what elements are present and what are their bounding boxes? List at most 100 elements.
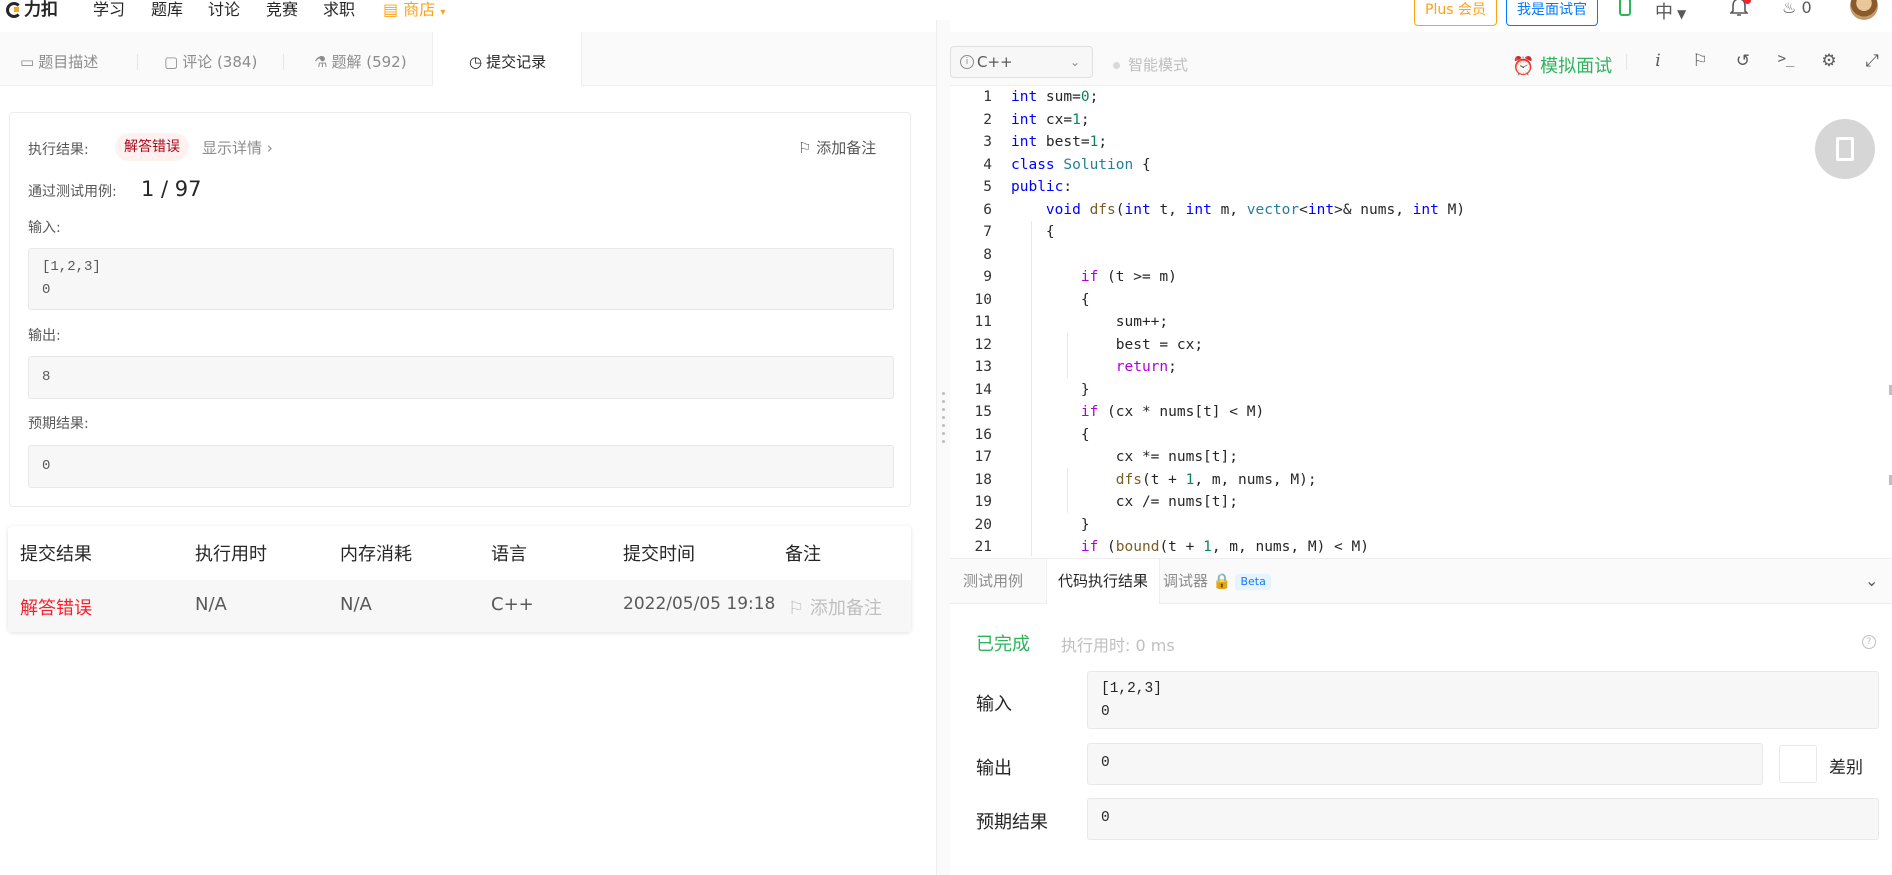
line-number: 3 [983,134,992,150]
passed-cases-value: 1 / 97 [141,177,202,201]
line-number: 10 [974,291,992,308]
run-result-panel: 已完成 执行用时: 0 ms ? 输入 [1,2,3] 0 输出 0 差别 预期… [950,604,1892,875]
nav-discuss[interactable]: 讨论 [208,0,240,20]
streak-counter[interactable]: ♨ 0 [1782,0,1812,17]
code-editor[interactable]: 1 2 3 4 5 6 7 8 9 10 11 12 13 14 15 16 17 18 19 20 21 int su… [950,86,1892,556]
flask-icon: ⚗ [314,53,328,71]
terminal-icon[interactable]: >_ [1776,51,1796,73]
expected-value: 0 [42,458,51,474]
top-navbar: 力扣 学习 题库 讨论 竞赛 求职 ▤ 商店 ▾ Plus 会员 我是面试官 中… [0,0,1892,26]
smart-mode-dot [1113,62,1120,69]
expected-label: 预期结果: [28,416,89,432]
tab-submissions-label: 提交记录 [486,53,547,71]
splitter-grip [942,392,945,395]
line-number: 21 [974,539,992,555]
line-number: 19 [974,494,992,510]
row-submitted-time: 2022/05/05 19:18 [623,594,776,614]
code-line: int sum=0; [1011,89,1099,105]
output-value: 8 [42,369,51,385]
chevron-down-icon[interactable]: ⌄ [1865,571,1878,590]
nav-contest[interactable]: 竞赛 [266,0,298,20]
code-line: int cx=1; [1011,111,1090,128]
add-note-button[interactable]: ⚐ 添加备注 [798,137,876,158]
avatar[interactable] [1850,0,1878,20]
line-number: 5 [983,179,992,195]
col-header-memory: 内存消耗 [340,544,412,565]
chevron-down-icon: ▼ [1677,7,1687,21]
code-line: sum++; [1011,314,1169,330]
tab-divider [283,54,284,70]
info-italic-icon[interactable]: i [1648,51,1668,73]
line-number: 20 [974,516,992,533]
console-output-value: 0 [1101,755,1110,771]
splitter-grip [942,416,945,419]
mock-interview-label: 模拟面试 [1540,56,1613,77]
nav-jobs[interactable]: 求职 [323,0,355,20]
toolbar-divider [1626,54,1627,70]
language-label: 中 [1655,2,1673,23]
code-line: cx *= nums[t]; [1011,449,1238,465]
tab-solutions[interactable]: ⚗ 题解 (592) [314,32,434,86]
tab-submissions[interactable]: ◷ 提交记录 [432,32,582,86]
nav-shop[interactable]: ▤ 商店 ▾ [383,0,445,23]
flame-icon: ♨ [1782,0,1797,17]
col-header-note: 备注 [785,544,821,565]
show-details-link[interactable]: 显示详情 › [202,137,273,158]
line-number: 2 [983,111,992,128]
console-input-line: 0 [1101,704,1110,720]
output-box: 8 [28,356,894,399]
console-input-box: [1,2,3] 0 [1087,671,1879,729]
reset-icon[interactable]: ↺ [1733,51,1753,73]
mock-interview-button[interactable]: ⏰ 模拟面试 [1512,52,1612,78]
code-line: int best=1; [1011,134,1108,150]
table-row[interactable] [8,580,911,632]
row-add-note[interactable]: ⚐ 添加备注 [788,594,882,620]
interviewer-button[interactable]: 我是面试官 [1506,0,1598,26]
leetcode-logo[interactable]: 力扣 [6,0,58,20]
settings-icon[interactable]: ⚙ [1819,51,1839,73]
bookmark-button[interactable] [1815,119,1875,179]
phone-icon[interactable] [1619,0,1631,16]
exec-result-label: 执行结果: [28,142,89,158]
add-note-label: 添加备注 [816,139,877,157]
streak-count: 0 [1801,0,1812,17]
line-number: 17 [974,449,992,465]
plus-member-button[interactable]: Plus 会员 [1414,0,1497,26]
expected-box: 0 [28,445,894,488]
tab-comments[interactable]: ▢ 评论 (384) [164,32,284,86]
tab-debugger-label: 调试器 [1163,572,1209,590]
tab-debugger[interactable]: 调试器 🔒 Beta [1163,559,1271,604]
language-switch[interactable]: 中 ▼ [1655,0,1686,24]
output-label: 输出: [28,328,61,344]
notification-dot [1744,0,1751,4]
console-input-label: 输入 [976,694,1012,715]
language-select[interactable]: i C++ ⌄ [950,46,1093,78]
pane-splitter[interactable] [936,20,950,875]
flag-icon[interactable]: ⚐ [1690,51,1710,73]
clock-icon: ◷ [469,53,483,71]
code-line: best = cx; [1011,336,1204,353]
tab-run-result[interactable]: 代码执行结果 [1046,559,1161,604]
line-number: 7 [983,224,992,240]
line-number: 8 [983,246,992,263]
help-icon[interactable]: ? [1862,635,1876,649]
nav-problemset[interactable]: 题库 [151,0,183,20]
nav-learn[interactable]: 学习 [93,0,125,20]
diff-checkbox[interactable] [1779,745,1817,783]
shop-icon: ▤ [383,0,399,19]
tab-divider [137,54,138,70]
code-line: { [1011,291,1090,308]
tab-testcase[interactable]: 测试用例 [963,559,1023,604]
fullscreen-icon[interactable]: ⤢ [1862,51,1882,73]
smart-mode-toggle[interactable]: 智能模式 [1113,54,1188,75]
input-label: 输入: [28,220,61,236]
col-header-result: 提交结果 [20,544,92,565]
line-number: 1 [983,89,992,105]
editor-toolbar: i C++ ⌄ 智能模式 ⏰ 模拟面试 i ⚐ ↺ >_ ⚙ ⤢ [950,32,1892,86]
info-icon: i [960,55,974,69]
row-result[interactable]: 解答错误 [20,594,92,620]
console-output-label: 输出 [976,758,1012,779]
tab-description[interactable]: ▭ 题目描述 [20,32,130,86]
lock-icon: 🔒 [1212,572,1232,590]
code-line: if (cx * nums[t] < M) [1080,404,1265,420]
